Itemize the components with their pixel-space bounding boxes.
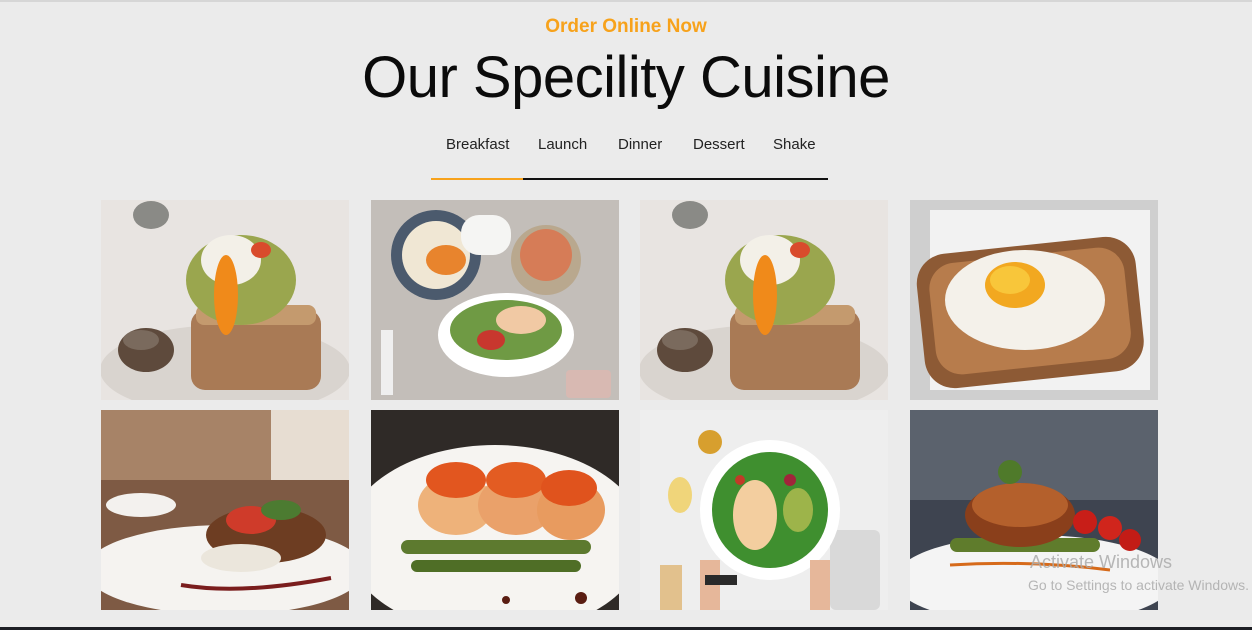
tab-breakfast[interactable]: Breakfast: [446, 136, 509, 153]
menu-tabs: Breakfast Launch Dinner Dessert Shake: [431, 130, 828, 180]
avocado-toast-egg-photo[interactable]: [101, 200, 349, 400]
windows-watermark-subtitle: Go to Settings to activate Windows.: [1028, 577, 1249, 593]
chicken-salad-bowl-photo[interactable]: [640, 410, 888, 610]
tab-dinner[interactable]: Dinner: [618, 136, 662, 153]
tab-shake[interactable]: Shake: [773, 136, 816, 153]
top-divider: [0, 0, 1252, 2]
tomato-chicken-rolls-photo[interactable]: [371, 410, 619, 610]
active-tab-indicator: [431, 178, 523, 180]
section-title: Our Specility Cuisine: [362, 45, 890, 110]
tab-dessert[interactable]: Dessert: [693, 136, 745, 153]
section-eyebrow: Order Online Now: [545, 16, 707, 37]
windows-watermark-title: Activate Windows: [1030, 552, 1173, 572]
tab-launch[interactable]: Launch: [538, 136, 587, 153]
fried-egg-toast-photo[interactable]: [910, 200, 1158, 400]
avocado-toast-egg-photo-2[interactable]: [640, 200, 888, 400]
seared-fish-plate-photo[interactable]: [101, 410, 349, 610]
brunch-table-salad-photo[interactable]: [371, 200, 619, 400]
